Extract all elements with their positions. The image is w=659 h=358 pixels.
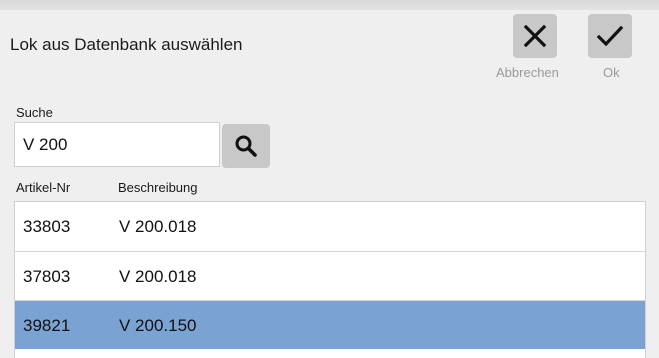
select-loco-dialog: Lok aus Datenbank auswählen Abbrechen Ok…	[0, 10, 659, 358]
beschreibung: V 200.018	[119, 267, 197, 286]
ok-button[interactable]	[588, 14, 632, 58]
dialog-title: Lok aus Datenbank auswählen	[10, 35, 243, 54]
list-item[interactable]: 33803 V 200.018	[15, 202, 645, 251]
search-input[interactable]	[14, 122, 220, 167]
loco-list[interactable]: 33803 V 200.018 37803 V 200.018 39821 V …	[14, 201, 646, 358]
cancel-button[interactable]	[513, 14, 557, 58]
search-label: Suche	[16, 105, 53, 120]
cancel-label: Abbrechen	[496, 65, 559, 80]
list-item-selected[interactable]: 39821 V 200.150	[15, 300, 645, 349]
beschreibung: V 200.150	[119, 316, 197, 335]
list-item[interactable]: 37803 V 200.018	[15, 251, 645, 300]
checkmark-icon	[597, 25, 623, 47]
artikel-nr: 37803	[23, 267, 71, 286]
ok-label: Ok	[603, 65, 620, 80]
column-header-beschreibung[interactable]: Beschreibung	[118, 180, 198, 195]
artikel-nr: 33803	[23, 217, 71, 236]
search-icon	[235, 135, 257, 157]
search-button[interactable]	[222, 124, 270, 168]
close-icon	[523, 24, 547, 48]
artikel-nr: 39821	[23, 316, 71, 335]
column-header-artikel-nr[interactable]: Artikel-Nr	[16, 180, 70, 195]
beschreibung: V 200.018	[119, 217, 197, 236]
